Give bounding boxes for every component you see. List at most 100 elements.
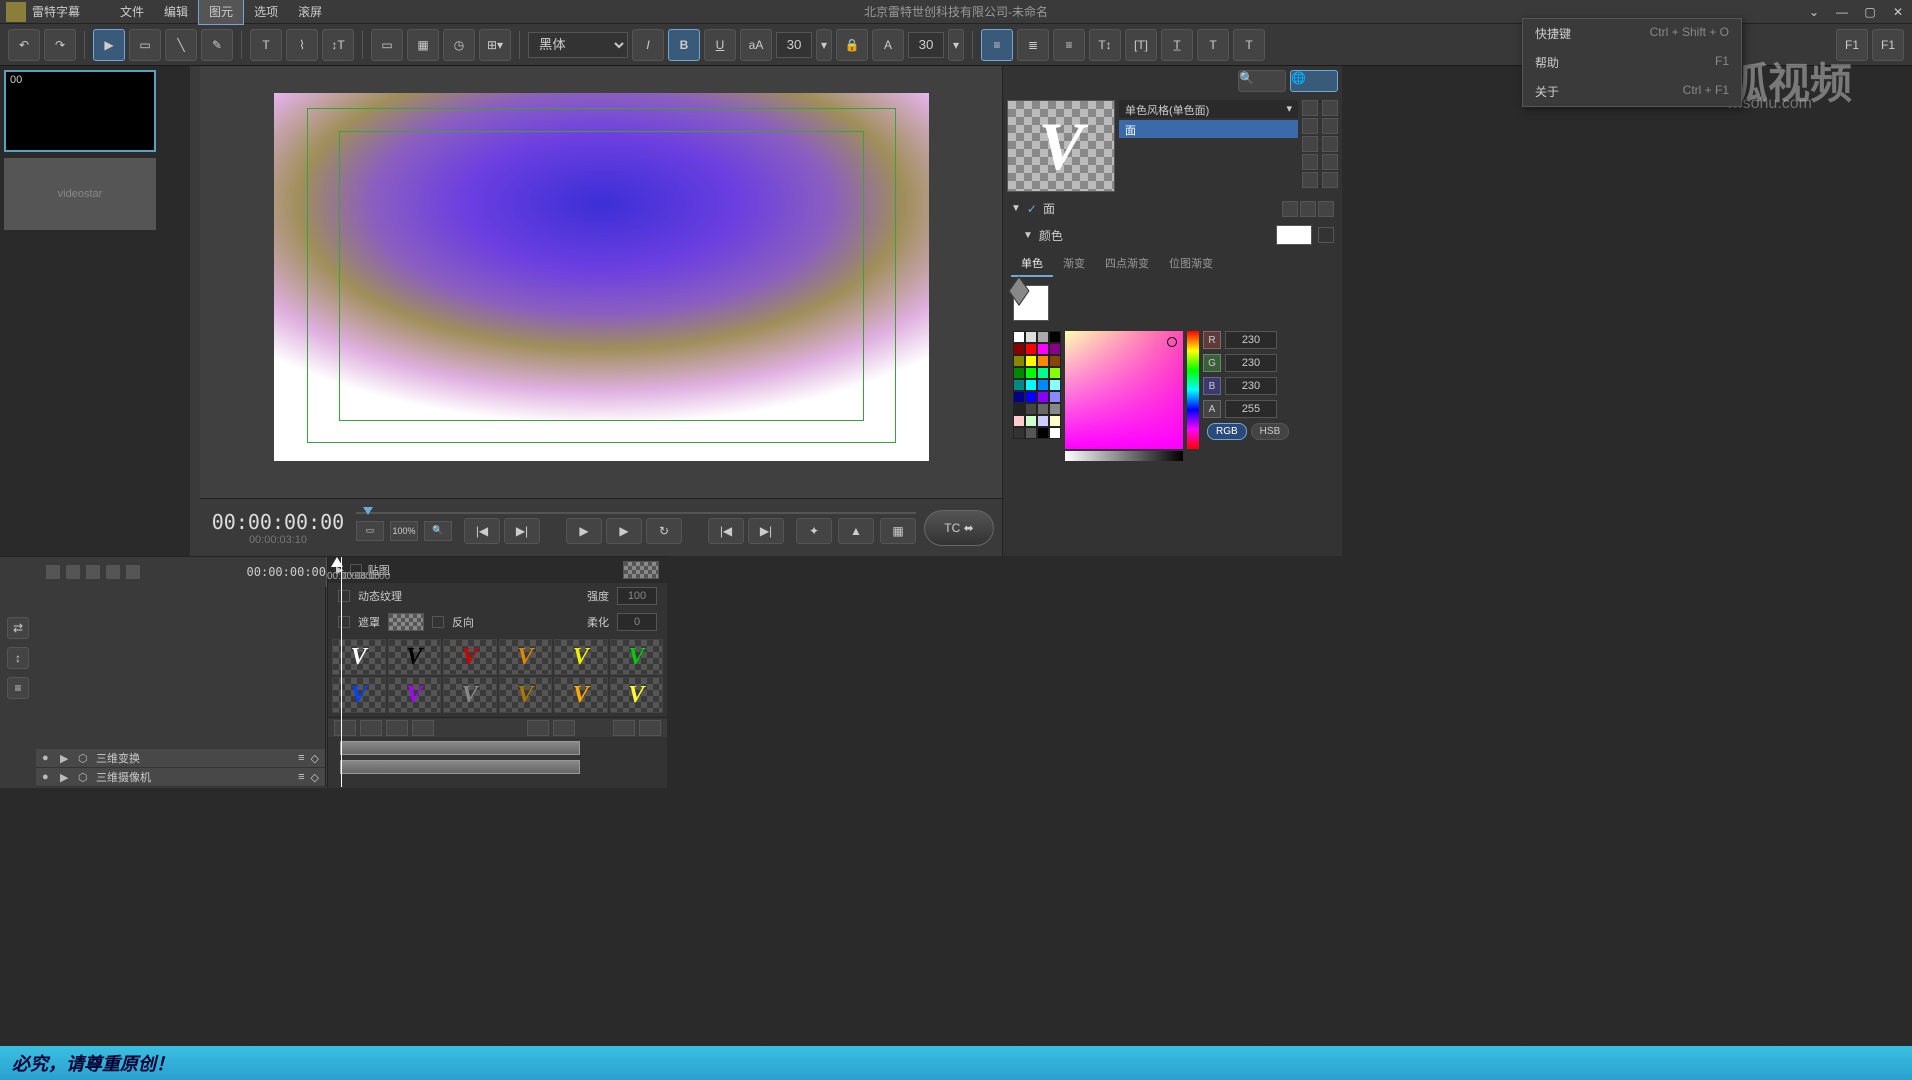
gallery-zoom-out[interactable] bbox=[527, 720, 549, 736]
menu-about[interactable]: 关于 Ctrl + F1 bbox=[1523, 77, 1741, 106]
dropdown-icon[interactable]: ⌄ bbox=[1800, 2, 1828, 22]
style-tab-2[interactable]: 🌐 bbox=[1290, 70, 1338, 92]
timeline-ruler[interactable]: 0:00:00:00 00:00:04:05 00:00:08:10 bbox=[326, 557, 327, 587]
align-right-button[interactable]: ≡ bbox=[1053, 29, 1085, 61]
clip-1[interactable] bbox=[340, 741, 580, 755]
pen-tool[interactable]: ✎ bbox=[201, 29, 233, 61]
frame-tool[interactable]: ▭ bbox=[371, 29, 403, 61]
remove-style-button[interactable] bbox=[1302, 118, 1318, 134]
align-center-button[interactable]: ≣ bbox=[1017, 29, 1049, 61]
gallery-v-bright-yellow[interactable]: V bbox=[610, 677, 664, 713]
gallery-v-amber[interactable]: V bbox=[554, 677, 608, 713]
color-swatch[interactable] bbox=[1276, 225, 1312, 245]
gallery-v-orange[interactable]: V bbox=[499, 639, 553, 675]
zoom-100-button[interactable]: 100% bbox=[390, 521, 418, 541]
gallery-v-yellow[interactable]: V bbox=[554, 639, 608, 675]
hsb-mode-button[interactable]: HSB bbox=[1251, 423, 1290, 440]
gallery-v-green[interactable]: V bbox=[610, 639, 664, 675]
style-header[interactable]: 单色风格(单色面)▾ bbox=[1119, 100, 1298, 118]
reverse-check[interactable] bbox=[432, 616, 444, 628]
tl-header-btn-4[interactable] bbox=[106, 565, 120, 579]
menu-edit[interactable]: 编辑 bbox=[154, 0, 198, 24]
gallery-remove[interactable] bbox=[360, 720, 382, 736]
tab-gradient[interactable]: 渐变 bbox=[1053, 251, 1095, 277]
text-fx-1[interactable]: T bbox=[1197, 29, 1229, 61]
effect-button-2[interactable]: ▲ bbox=[838, 518, 874, 544]
effect-button-3[interactable]: ▦ bbox=[880, 518, 916, 544]
style-opt-3[interactable] bbox=[1322, 136, 1338, 152]
gallery-v-brown[interactable]: V bbox=[499, 677, 553, 713]
tl-tool-2[interactable]: ↕ bbox=[7, 647, 29, 669]
menu-graphic[interactable]: 图元 bbox=[198, 0, 244, 25]
tl-tool-1[interactable]: ⇄ bbox=[7, 617, 29, 639]
tl-header-btn-1[interactable] bbox=[46, 565, 60, 579]
prev-frame-button[interactable]: |◀ bbox=[708, 518, 744, 544]
clip-2[interactable] bbox=[340, 760, 580, 774]
font-select[interactable]: 黑体 bbox=[528, 32, 628, 58]
rgb-mode-button[interactable]: RGB bbox=[1207, 423, 1247, 440]
style-opt-1[interactable] bbox=[1322, 100, 1338, 116]
tab-solid[interactable]: 单色 bbox=[1011, 251, 1053, 277]
preview-canvas[interactable] bbox=[274, 93, 929, 461]
tl-tool-3[interactable]: ≡ bbox=[7, 677, 29, 699]
gallery-btn7[interactable] bbox=[613, 720, 635, 736]
preview-scrubber[interactable] bbox=[356, 512, 916, 514]
color-cursor[interactable] bbox=[1167, 337, 1177, 347]
dynamic-texture-check[interactable] bbox=[338, 590, 350, 602]
right-tool-2[interactable]: F1 bbox=[1872, 29, 1904, 61]
menu-file[interactable]: 文件 bbox=[110, 0, 154, 24]
mask-check[interactable] bbox=[338, 616, 350, 628]
playhead-icon[interactable] bbox=[363, 507, 373, 515]
gallery-add[interactable] bbox=[334, 720, 356, 736]
align-left-button[interactable]: ≡ bbox=[981, 29, 1013, 61]
menu-shortcuts[interactable]: 快捷键 Ctrl + Shift + O bbox=[1523, 19, 1741, 48]
zoom-button[interactable]: 🔍 bbox=[424, 521, 452, 541]
move-down-button[interactable] bbox=[1302, 154, 1318, 170]
tab-4pt[interactable]: 四点渐变 bbox=[1095, 251, 1159, 277]
tab-bitmap[interactable]: 位图渐变 bbox=[1159, 251, 1223, 277]
style-opt-2[interactable] bbox=[1322, 118, 1338, 134]
font-size-icon[interactable]: aA bbox=[740, 29, 772, 61]
loop-button[interactable]: ↻ bbox=[646, 518, 682, 544]
hue-slider[interactable] bbox=[1187, 331, 1199, 449]
underline-button[interactable]: U bbox=[704, 29, 736, 61]
goto-end-button[interactable]: ▶| bbox=[504, 518, 540, 544]
menu-options[interactable]: 选项 bbox=[244, 0, 288, 24]
face-opt-3[interactable] bbox=[1318, 201, 1334, 217]
track-2-header[interactable]: ●▶⬡ 三维摄像机 ≡◇ bbox=[36, 768, 325, 787]
play-button[interactable]: ▶ bbox=[606, 518, 642, 544]
menu-scroll[interactable]: 滚屏 bbox=[288, 0, 332, 24]
lock-button[interactable]: 🔒 bbox=[836, 29, 868, 61]
play-preview-button[interactable]: ▶ bbox=[566, 518, 602, 544]
text-style-1[interactable]: T↕ bbox=[1089, 29, 1121, 61]
fit-button[interactable]: ▭ bbox=[356, 521, 384, 541]
b-input[interactable] bbox=[1225, 377, 1277, 395]
move-up-button[interactable] bbox=[1302, 136, 1318, 152]
size-dropdown-1[interactable]: ▾ bbox=[816, 29, 832, 61]
clock-tool[interactable]: ◷ bbox=[443, 29, 475, 61]
gallery-btn4[interactable] bbox=[412, 720, 434, 736]
curve-text-tool[interactable]: ⌇ bbox=[286, 29, 318, 61]
mask-preview[interactable] bbox=[388, 613, 424, 631]
image-tool[interactable]: ▦ bbox=[407, 29, 439, 61]
a-input[interactable] bbox=[1225, 400, 1277, 418]
tl-header-btn-3[interactable] bbox=[86, 565, 100, 579]
texture-preview[interactable] bbox=[623, 561, 659, 579]
text-fx-2[interactable]: T bbox=[1233, 29, 1265, 61]
close-button[interactable]: ✕ bbox=[1884, 2, 1912, 22]
next-frame-button[interactable]: ▶| bbox=[748, 518, 784, 544]
size-dropdown-2[interactable]: ▾ bbox=[948, 29, 964, 61]
gallery-btn3[interactable] bbox=[386, 720, 408, 736]
tl-header-btn-5[interactable] bbox=[126, 565, 140, 579]
g-input[interactable] bbox=[1225, 354, 1277, 372]
track-1-header[interactable]: ●▶⬡ 三维变换 ≡◇ bbox=[36, 749, 325, 768]
face-opt-1[interactable] bbox=[1282, 201, 1298, 217]
face-disclosure[interactable]: ▼ bbox=[1011, 203, 1021, 214]
goto-start-button[interactable]: |◀ bbox=[464, 518, 500, 544]
text-tool[interactable]: T bbox=[250, 29, 282, 61]
color-check[interactable] bbox=[1318, 227, 1334, 243]
swatch-grid[interactable] bbox=[1013, 331, 1061, 439]
gallery-v-black[interactable]: V bbox=[388, 639, 442, 675]
thumbnail-2[interactable]: videostar bbox=[4, 158, 156, 230]
minimize-button[interactable]: — bbox=[1828, 2, 1856, 22]
